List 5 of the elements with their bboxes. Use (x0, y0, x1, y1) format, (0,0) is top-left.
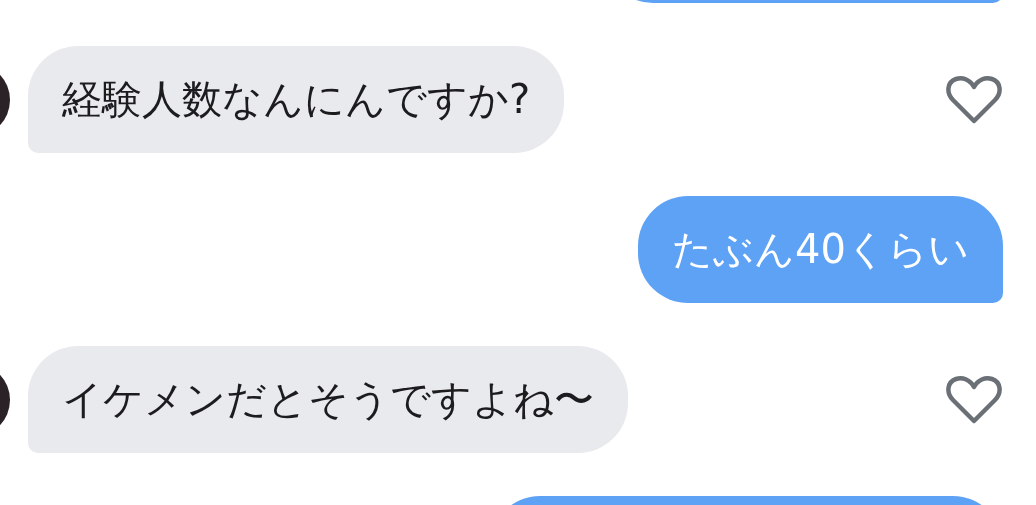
message-bubble: イケメンだとそうですよね〜 (28, 346, 628, 453)
message-bubble: たぶん40くらい (638, 196, 1003, 303)
heart-icon[interactable] (946, 374, 1002, 425)
heart-icon[interactable] (946, 74, 1002, 125)
message-bubble: 経験人数なんにんですか? (28, 46, 565, 153)
